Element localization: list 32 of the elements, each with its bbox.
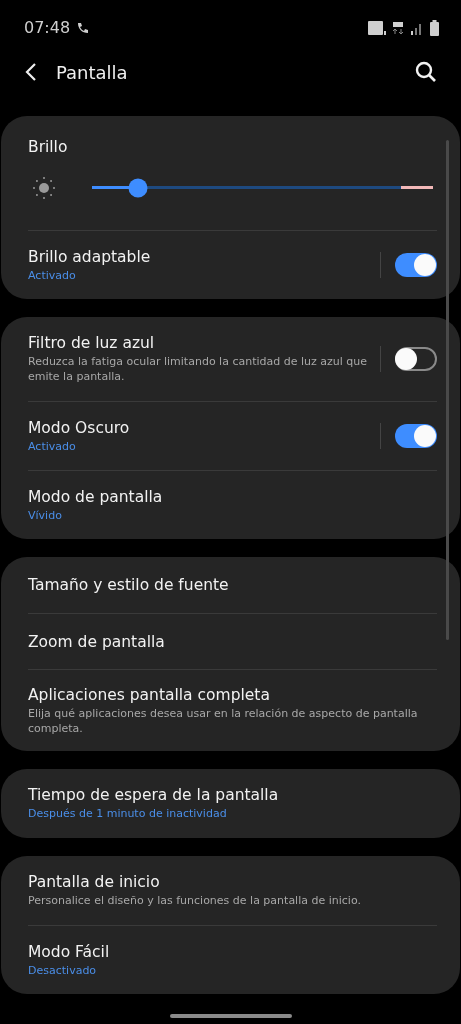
setting-subtitle: Activado <box>28 438 77 454</box>
setting-subtitle: Activado <box>28 267 77 283</box>
setting-title: Filtro de luz azul <box>28 334 156 352</box>
toggle-switch[interactable] <box>395 347 437 371</box>
setting-subtitle: Elija qué aplicaciones desea usar en la relación de aspecto de pantalla completa. <box>28 705 419 736</box>
setting-title[interactable]: Tamaño y estilo de fuente <box>28 576 437 594</box>
status-time: 07:48 <box>24 18 71 37</box>
limit-mark <box>401 186 433 189</box>
setting-subtitle: Desactivado <box>28 962 98 978</box>
volte-icon <box>368 20 386 35</box>
setting-title: Modo Oscuro <box>28 418 131 437</box>
battery-icon <box>430 19 439 36</box>
setting-subtitle: Vívido <box>28 507 63 523</box>
setting-title[interactable]: Modo Fácil <box>28 942 437 961</box>
setting-title: Brillo <box>28 138 69 156</box>
search-button[interactable] <box>415 61 437 83</box>
toggle-switch[interactable] <box>395 253 437 277</box>
setting-title[interactable]: Aplicaciones pantalla completa <box>28 685 437 704</box>
setting-subtitle: Personalice el diseño y las funciones de la pantalla de inicio. <box>28 893 362 908</box>
setting-title[interactable]: Pantalla de inicio <box>28 873 437 891</box>
setting-subtitle: Reduzca la fatiga ocular limitando la cantidad de luz azul que emite la pantalla. <box>28 354 369 384</box>
setting-subtitle: Después de 1 minuto de inactividad <box>28 806 228 821</box>
toggle-switch[interactable] <box>395 424 437 448</box>
data-arrows-icon <box>392 20 404 35</box>
setting-title[interactable]: Modo de pantalla <box>28 487 437 506</box>
back-button[interactable] <box>24 62 38 82</box>
setting-title[interactable]: Zoom de pantalla <box>28 632 437 651</box>
setting-title[interactable]: Tiempo de espera de la pantalla <box>28 786 437 804</box>
page-title: Pantalla <box>56 61 128 83</box>
sun-icon <box>32 176 56 200</box>
call-icon <box>76 20 91 35</box>
setting-title: Brillo adaptable <box>28 247 152 266</box>
